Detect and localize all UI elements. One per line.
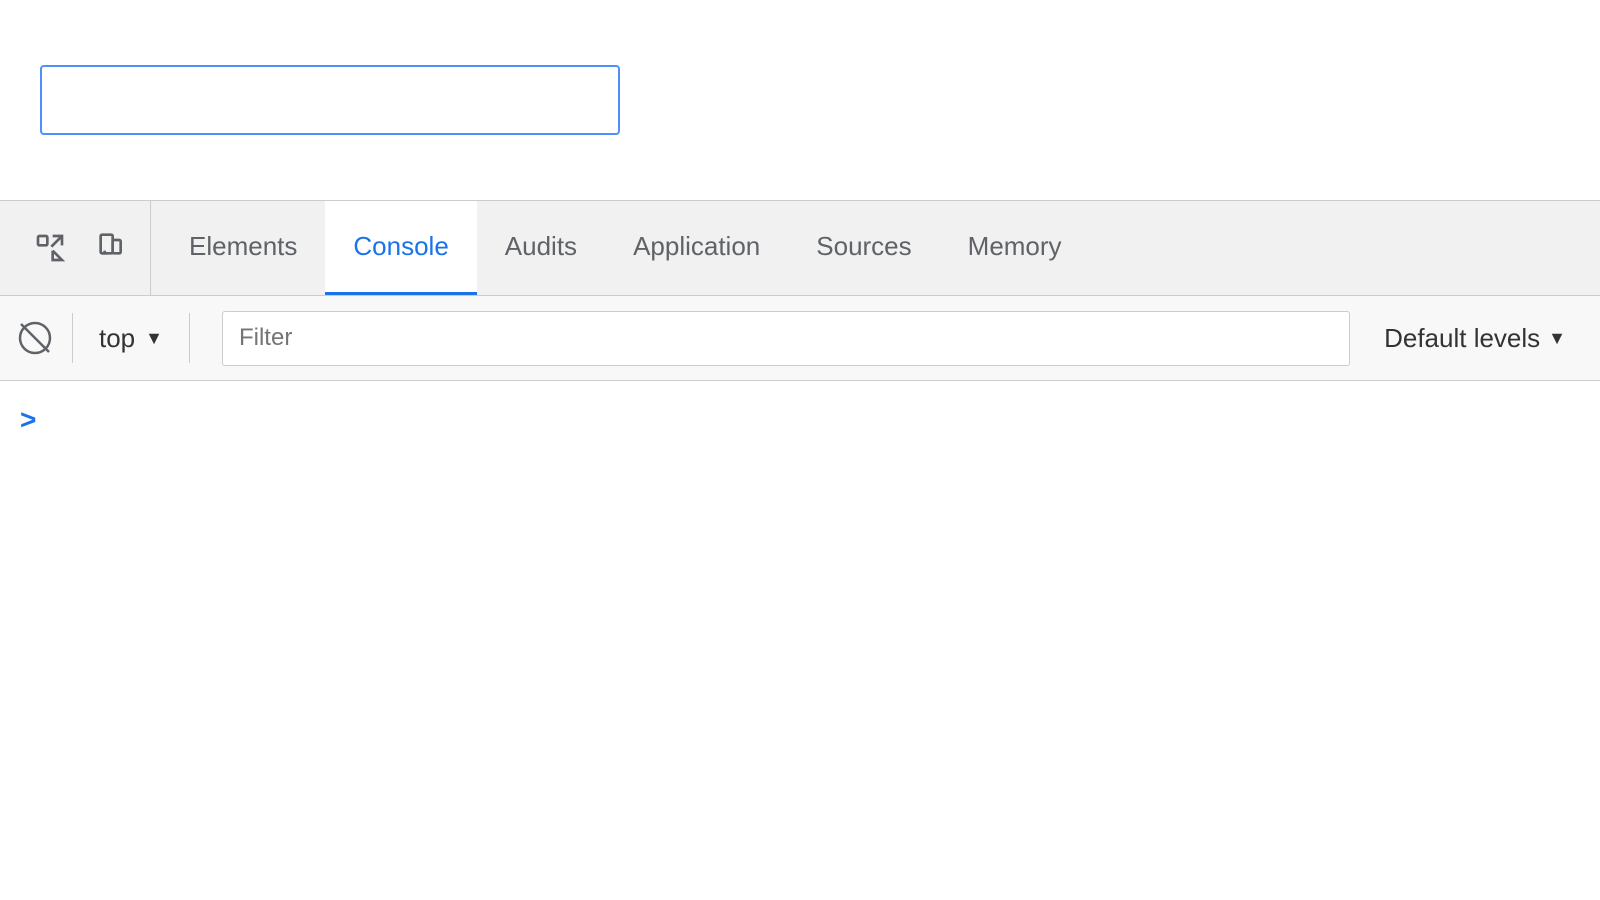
- console-prompt-arrow: >: [20, 404, 36, 436]
- tab-bar: Elements Console Audits Application Sour…: [0, 201, 1600, 296]
- tab-console[interactable]: Console: [325, 201, 476, 295]
- default-levels-selector[interactable]: Default levels ▼: [1370, 315, 1580, 362]
- clear-console-button[interactable]: [10, 313, 60, 363]
- toolbar-divider-2: [189, 313, 190, 363]
- inspect-element-button[interactable]: [25, 223, 75, 273]
- tab-elements[interactable]: Elements: [161, 201, 325, 295]
- console-output: >: [0, 381, 1600, 781]
- tab-icons: [10, 201, 151, 295]
- url-bar-input[interactable]: [40, 65, 620, 135]
- tab-application[interactable]: Application: [605, 201, 788, 295]
- tab-audits[interactable]: Audits: [477, 201, 605, 295]
- context-dropdown-arrow: ▼: [145, 328, 163, 349]
- devtools-panel: Elements Console Audits Application Sour…: [0, 200, 1600, 781]
- device-mode-button[interactable]: [85, 223, 135, 273]
- default-levels-arrow: ▼: [1548, 328, 1566, 349]
- tab-memory[interactable]: Memory: [940, 201, 1090, 295]
- url-bar-container: [40, 65, 620, 135]
- tabs-container: Elements Console Audits Application Sour…: [151, 201, 1590, 295]
- context-label: top: [99, 323, 135, 354]
- tab-sources[interactable]: Sources: [788, 201, 939, 295]
- browser-top-area: [0, 0, 1600, 200]
- filter-input[interactable]: [222, 311, 1350, 366]
- default-levels-label: Default levels: [1384, 323, 1540, 354]
- console-prompt: >: [20, 396, 1580, 444]
- console-toolbar: top ▼ Default levels ▼: [0, 296, 1600, 381]
- context-selector[interactable]: top ▼: [85, 315, 177, 362]
- toolbar-divider: [72, 313, 73, 363]
